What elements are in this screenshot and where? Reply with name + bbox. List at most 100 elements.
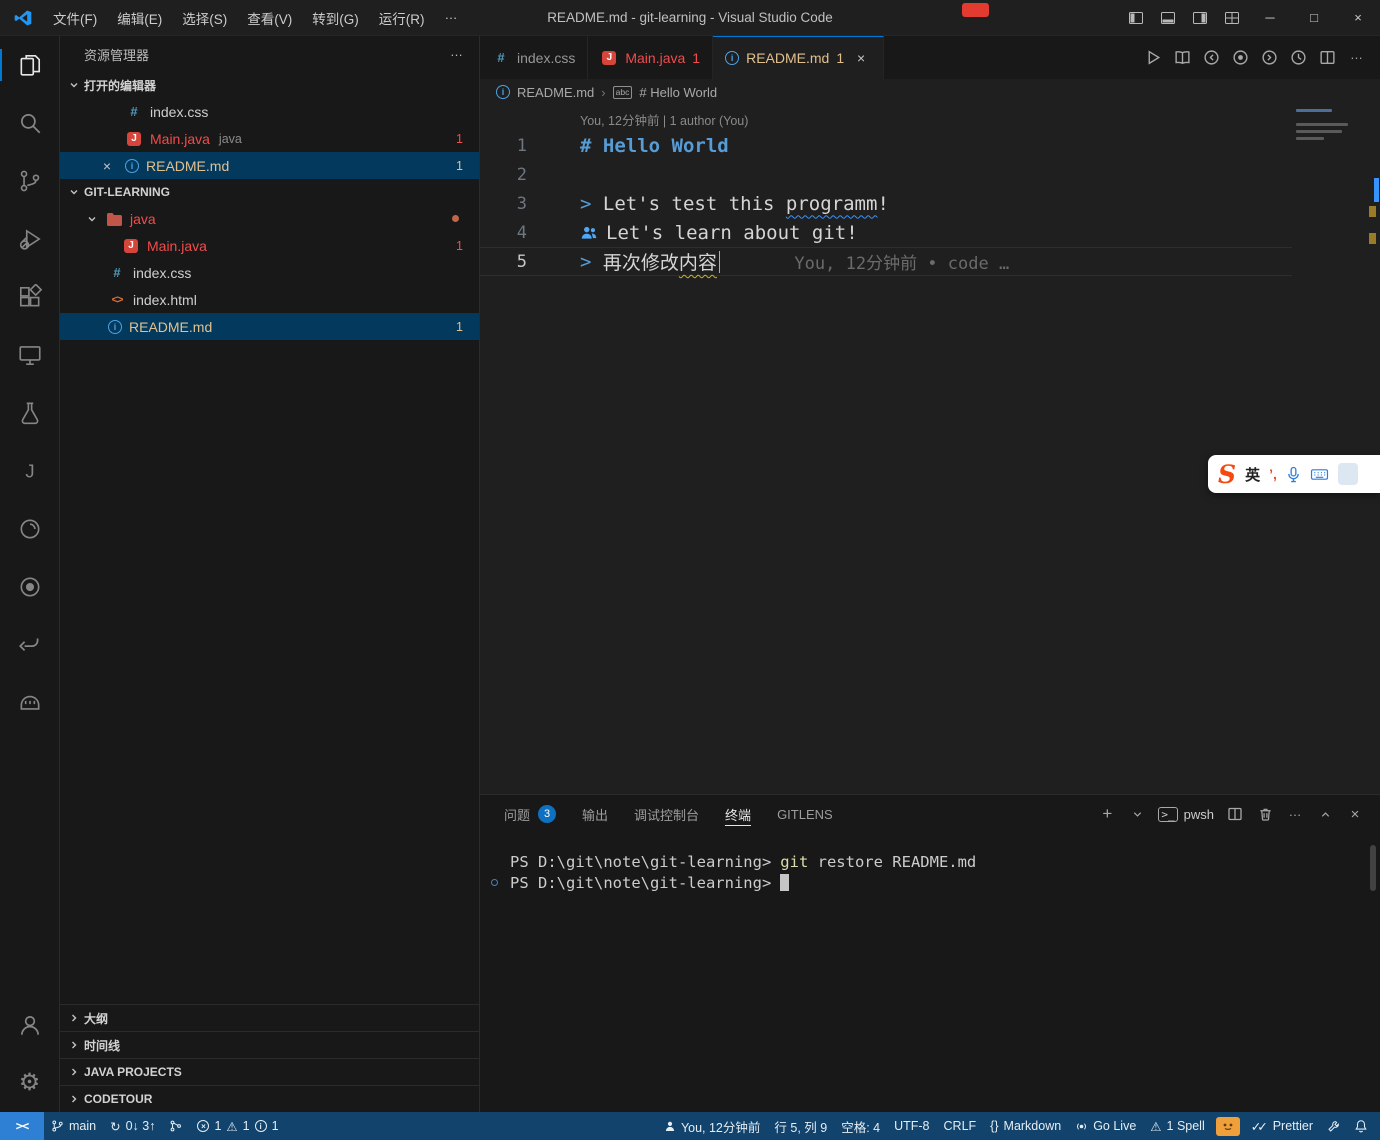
language-mode-status[interactable]: {} Markdown [983,1112,1068,1140]
branch-status[interactable]: main [44,1112,103,1140]
menu-view[interactable]: 查看(V) [237,5,302,31]
menu-file[interactable]: 文件(F) [43,5,107,31]
tab-gitlens[interactable]: GITLENS [777,795,833,833]
java-icon[interactable]: J [0,442,59,500]
folder-java[interactable]: java [60,205,479,232]
terminal[interactable]: PS D:\git\note\git-learning>git restore … [480,833,1380,1112]
sidebar-more-actions-icon[interactable]: … [450,44,463,59]
tab-readme[interactable]: i README.md 1 × [713,36,884,79]
gitlens-graph-button[interactable] [162,1112,190,1140]
section-java-projects[interactable]: JAVA PROJECTS [60,1058,479,1085]
testing-icon[interactable] [0,384,59,442]
prev-change-icon[interactable] [1198,44,1225,71]
open-changes-icon[interactable] [1227,44,1254,71]
search-icon[interactable] [0,94,59,152]
kill-terminal-trash-icon[interactable] [1256,801,1274,827]
terminal-scrollbar[interactable] [1370,845,1376,891]
extension-badge-icon[interactable] [1216,1117,1240,1136]
terminal-profile[interactable]: >_ pwsh [1158,807,1214,822]
close-tab-icon[interactable]: × [851,48,871,68]
close-editor-icon[interactable]: × [96,158,118,174]
close-panel-icon[interactable]: × [1346,801,1364,827]
maximize-panel-icon[interactable] [1316,801,1334,827]
sogou-logo-icon[interactable]: S [1218,462,1236,487]
code-line-5-current[interactable]: 5 > 再次修改内容You, 12分钟前 • code … [480,247,1292,276]
open-editor-index-css[interactable]: # index.css [60,98,479,125]
eol-status[interactable]: CRLF [937,1112,984,1140]
tree-item-main-java[interactable]: J Main.java 1 [60,232,479,259]
minimap[interactable] [1296,109,1366,144]
tree-item-readme[interactable]: i README.md 1 [60,313,479,340]
gitlens-codelens[interactable]: You, 12分钟前 | 1 author (You) [580,109,1380,129]
problems-status[interactable]: × 1 ⚠ 1 i 1 [190,1112,285,1140]
code-line-3[interactable]: 3 > Let's test this programm! [480,189,1292,218]
sync-status[interactable]: ↻ 0↓ 3↑ [103,1112,162,1140]
prettier-status[interactable]: ✓✓ Prettier [1244,1112,1320,1140]
indentation-status[interactable]: 空格: 4 [834,1112,887,1140]
tree-item-index-css[interactable]: # index.css [60,259,479,286]
maximize-button[interactable]: □ [1292,0,1336,35]
open-editor-readme[interactable]: × i README.md 1 [60,152,479,179]
menu-selection[interactable]: 选择(S) [172,5,237,31]
breadcrumb-file[interactable]: README.md [517,85,594,100]
gradle-icon[interactable] [0,500,59,558]
code-line-2[interactable]: 2 [480,160,1292,189]
close-window-button[interactable]: × [1336,0,1380,35]
keyboard-icon[interactable] [1310,467,1329,482]
tab-terminal[interactable]: 终端 [725,795,751,833]
ime-toolbox-icon[interactable] [1338,463,1358,485]
settings-gear-icon[interactable]: ⚙ [0,1054,59,1112]
command-decoration-icon[interactable] [491,879,498,886]
codetour-icon[interactable] [0,616,59,674]
account-icon[interactable] [0,996,59,1054]
section-timeline[interactable]: 时间线 [60,1031,479,1058]
new-terminal-icon[interactable]: + [1098,801,1116,827]
toggle-sidebar-icon[interactable] [1120,0,1152,35]
code-line-1[interactable]: 1 # Hello World [480,131,1292,160]
ime-punctuation-toggle[interactable]: ’, [1269,466,1277,482]
breadcrumb-heading[interactable]: # Hello World [639,85,717,100]
markdown-preview-icon[interactable] [1169,44,1196,71]
toggle-panel-icon[interactable] [1152,0,1184,35]
open-editors-header[interactable]: 打开的编辑器 [60,72,479,98]
timeline-history-icon[interactable] [1285,44,1312,71]
live-share-icon[interactable] [0,558,59,616]
more-actions-icon[interactable]: … [1343,41,1370,68]
menu-run[interactable]: 运行(R) [369,5,435,31]
tab-output[interactable]: 输出 [582,795,608,833]
split-terminal-icon[interactable] [1226,801,1244,827]
menu-edit[interactable]: 编辑(E) [107,5,172,31]
open-editor-main-java[interactable]: J Main.java java 1 [60,125,479,152]
next-change-icon[interactable] [1256,44,1283,71]
split-editor-icon[interactable] [1314,44,1341,71]
code-editor[interactable]: You, 12分钟前 | 1 author (You) 1 # Hello Wo… [480,105,1380,794]
extensions-icon[interactable] [0,268,59,326]
blame-status[interactable]: You, 12分钟前 [657,1112,767,1140]
tab-debug-console[interactable]: 调试控制台 [634,795,699,833]
toggle-secondary-sidebar-icon[interactable] [1184,0,1216,35]
menu-goto[interactable]: 转到(G) [302,5,369,31]
notifications-bell[interactable] [1347,1112,1380,1140]
remote-explorer-icon[interactable] [0,326,59,384]
terminal-dropdown-icon[interactable] [1128,801,1146,827]
explorer-icon[interactable] [0,36,59,94]
customize-layout-icon[interactable] [1216,0,1248,35]
go-live-button[interactable]: Go Live [1068,1112,1143,1140]
remote-indicator[interactable]: >< [0,1112,44,1140]
tab-index-css[interactable]: # index.css [480,36,588,79]
ime-language-toggle[interactable]: 英 [1245,464,1260,485]
panel-more-actions-icon[interactable]: … [1286,798,1304,824]
tab-problems[interactable]: 问题 3 [504,795,556,833]
minimize-button[interactable]: ─ [1248,0,1292,35]
code-line-4[interactable]: 4 Let's learn about git! [480,218,1292,247]
menu-overflow-icon[interactable]: … [435,7,468,22]
tools-icon[interactable] [1320,1112,1347,1140]
docker-icon[interactable] [0,674,59,732]
run-button[interactable] [1140,44,1167,71]
encoding-status[interactable]: UTF-8 [887,1112,936,1140]
spell-checker-status[interactable]: ⚠ 1 Spell [1143,1112,1211,1140]
tab-main-java[interactable]: J Main.java 1 [588,36,713,79]
tree-item-index-html[interactable]: <> index.html [60,286,479,313]
source-control-icon[interactable] [0,152,59,210]
cursor-position-status[interactable]: 行 5, 列 9 [767,1112,834,1140]
